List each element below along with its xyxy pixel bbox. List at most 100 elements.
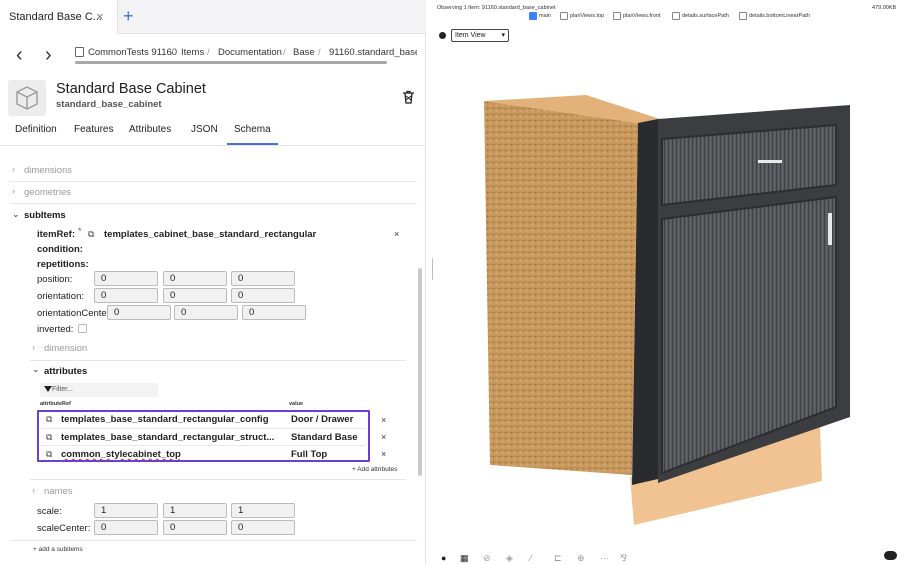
cabinet-side-panel bbox=[484, 101, 638, 475]
chevron-down-icon[interactable]: ⌄ bbox=[12, 209, 20, 220]
orientation-z-input[interactable]: 0 bbox=[231, 288, 295, 303]
tab-attributes[interactable]: Attributes bbox=[129, 124, 171, 135]
breadcrumb-separator: / bbox=[318, 47, 321, 58]
inverted-checkbox[interactable] bbox=[78, 324, 87, 333]
drawer-handle bbox=[758, 160, 782, 163]
view-bottom-linear-path-label: details.bottomLinearPath bbox=[749, 13, 810, 19]
position-y-input[interactable]: 0 bbox=[163, 271, 227, 286]
door-handle bbox=[828, 213, 832, 245]
item-title: Standard Base Cabinet bbox=[56, 81, 206, 97]
column-value: value bbox=[289, 401, 304, 407]
scale-center-y-input[interactable]: 0 bbox=[163, 520, 227, 535]
inverted-label: inverted: bbox=[37, 324, 74, 335]
grid-icon[interactable]: ▦ bbox=[460, 553, 469, 564]
palette-icon[interactable]: ● bbox=[441, 553, 446, 563]
remove-attribute-button[interactable]: × bbox=[381, 449, 386, 459]
remove-attribute-button[interactable]: × bbox=[381, 432, 386, 442]
cloud-icon[interactable] bbox=[884, 551, 897, 560]
names-section[interactable]: › names bbox=[30, 481, 406, 502]
position-x-input[interactable]: 0 bbox=[94, 271, 158, 286]
chevron-down-icon[interactable]: ⌄ bbox=[32, 364, 40, 375]
chevron-right-icon: › bbox=[32, 342, 35, 352]
cabinet-3d-render[interactable] bbox=[480, 95, 850, 525]
view-plan-front-checkbox[interactable] bbox=[613, 12, 621, 20]
add-subitems-button[interactable]: + add a subitems bbox=[33, 546, 83, 553]
breadcrumb-documentation[interactable]: Documentation bbox=[218, 47, 282, 58]
attribute-filter-input[interactable]: Filter... bbox=[40, 383, 158, 397]
chevron-right-icon: › bbox=[32, 485, 35, 495]
scale-z-input[interactable]: 1 bbox=[231, 503, 295, 518]
back-arrow-icon[interactable]: ‹ bbox=[16, 44, 23, 67]
external-link-icon[interactable]: ⧉ bbox=[88, 229, 94, 240]
editor-pane: Standard Base C... × + ‹ › CommonTests 9… bbox=[0, 0, 426, 565]
itemref-label: itemRef: bbox=[37, 229, 76, 240]
add-attributes-button[interactable]: + Add attributes bbox=[352, 466, 397, 473]
section-label: geometries bbox=[24, 187, 71, 198]
selection-highlight bbox=[37, 410, 370, 462]
breadcrumb-separator: / bbox=[207, 47, 210, 58]
ruler-icon[interactable]: ⁄ bbox=[530, 553, 532, 563]
tab-title: Standard Base C... bbox=[9, 11, 102, 23]
tab-schema[interactable]: Schema bbox=[227, 124, 278, 145]
dimensions-icon[interactable]: ⋯ bbox=[600, 553, 609, 564]
view-plan-top-label: planViews.top bbox=[570, 13, 605, 19]
scale-center-label: scaleCenter: bbox=[37, 523, 91, 534]
scale-center-x-input[interactable]: 0 bbox=[94, 520, 158, 535]
view-surface-path-label: details.surfacePath bbox=[682, 13, 729, 19]
breadcrumb-repository[interactable]: CommonTests 91160 bbox=[88, 47, 177, 58]
itemref-value[interactable]: templates_cabinet_base_standard_rectangu… bbox=[104, 229, 316, 240]
remove-subitem-button[interactable]: × bbox=[394, 229, 399, 239]
scale-y-input[interactable]: 1 bbox=[163, 503, 227, 518]
tab-definition[interactable]: Definition bbox=[15, 124, 57, 135]
observing-status: Observing 1 Item: 91160.standard_base_ca… bbox=[437, 5, 556, 11]
target-icon[interactable]: ⊕ bbox=[577, 553, 585, 564]
position-label: position: bbox=[37, 274, 73, 285]
column-attributeref: attributeRef bbox=[40, 401, 71, 407]
tab-features[interactable]: Features bbox=[74, 124, 113, 135]
dimensions-section[interactable]: › dimensions bbox=[10, 160, 417, 182]
view-mode-select[interactable]: Item View ▾ bbox=[451, 29, 509, 42]
hierarchy-icon[interactable]: ⅋ bbox=[620, 553, 627, 564]
dimension-section[interactable]: › dimension bbox=[30, 338, 406, 361]
filter-icon bbox=[44, 386, 52, 392]
subitems-label[interactable]: subItems bbox=[24, 210, 66, 221]
breadcrumb-scrollbar[interactable] bbox=[75, 61, 387, 64]
view-main-checkbox[interactable] bbox=[529, 12, 537, 20]
close-icon[interactable]: × bbox=[96, 9, 104, 24]
breadcrumb-base[interactable]: Base bbox=[293, 47, 315, 58]
breadcrumb-item[interactable]: 91160.standard_base_ca bbox=[329, 47, 417, 58]
view-plan-front-label: planViews.front bbox=[623, 13, 661, 19]
scrollbar[interactable] bbox=[418, 268, 422, 476]
view-plan-top-checkbox[interactable] bbox=[560, 12, 568, 20]
item-tab[interactable]: Standard Base C... × bbox=[0, 0, 118, 34]
view-mode-value: Item View bbox=[455, 32, 486, 39]
cube-icon bbox=[16, 86, 38, 110]
view-surface-path-checkbox[interactable] bbox=[672, 12, 680, 20]
tab-json[interactable]: JSON bbox=[191, 124, 218, 135]
tab-divider bbox=[0, 145, 426, 146]
section-label: dimension bbox=[44, 343, 88, 354]
forward-arrow-icon[interactable]: › bbox=[45, 44, 52, 67]
position-z-input[interactable]: 0 bbox=[231, 271, 295, 286]
scale-x-input[interactable]: 1 bbox=[94, 503, 158, 518]
cube-outline-icon[interactable]: ◈ bbox=[506, 553, 513, 564]
orientation-center-y-input[interactable]: 0 bbox=[174, 305, 238, 320]
scale-center-z-input[interactable]: 0 bbox=[231, 520, 295, 535]
attributes-label[interactable]: attributes bbox=[44, 366, 87, 377]
measure-icon[interactable]: ⊏ bbox=[554, 553, 562, 564]
new-tab-plus-icon[interactable]: + bbox=[123, 6, 134, 27]
remove-attribute-button[interactable]: × bbox=[381, 415, 386, 425]
orientation-y-input[interactable]: 0 bbox=[163, 288, 227, 303]
orientation-center-z-input[interactable]: 0 bbox=[242, 305, 306, 320]
orientation-x-input[interactable]: 0 bbox=[94, 288, 158, 303]
view-bottom-linear-path-checkbox[interactable] bbox=[739, 12, 747, 20]
globe-icon[interactable] bbox=[439, 32, 446, 39]
trash-icon[interactable] bbox=[401, 90, 416, 105]
no-entry-icon[interactable]: ⊘ bbox=[483, 553, 491, 564]
item-id: standard_base_cabinet bbox=[56, 99, 162, 110]
geometries-section[interactable]: › geometries bbox=[10, 182, 417, 204]
breadcrumb-items[interactable]: Items bbox=[181, 47, 204, 58]
breadcrumb-separator: / bbox=[283, 47, 286, 58]
condition-label: condition: bbox=[37, 244, 83, 255]
orientation-center-x-input[interactable]: 0 bbox=[107, 305, 171, 320]
